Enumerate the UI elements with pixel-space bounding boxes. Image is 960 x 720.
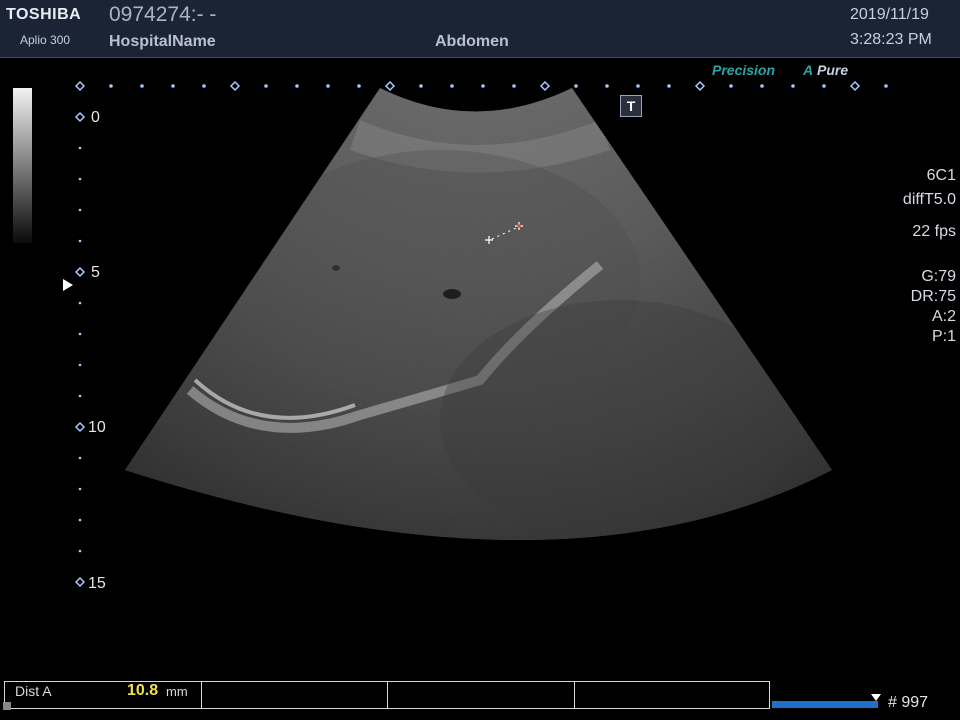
measurement-table: Dist A 10.8 mm <box>4 681 770 709</box>
depth-minor-tick <box>78 177 82 181</box>
measurement-value: 10.8 <box>127 682 159 699</box>
lateral-minor-tick <box>636 84 640 88</box>
lateral-minor-tick <box>450 84 454 88</box>
depth-label-15: 15 <box>88 575 106 592</box>
lateral-minor-tick <box>791 84 795 88</box>
focus-marker[interactable] <box>63 279 73 291</box>
depth-minor-tick <box>78 456 82 460</box>
lateral-major-tick <box>694 80 706 92</box>
cine-progress-bar[interactable] <box>772 701 878 708</box>
ultrasound-canvas <box>74 80 888 588</box>
lateral-scale <box>74 80 888 92</box>
probe-name: 6C1 <box>926 167 956 184</box>
lateral-minor-tick <box>574 84 578 88</box>
lateral-minor-tick <box>202 84 206 88</box>
ultrasound-sector <box>125 88 832 540</box>
gain-value: G:79 <box>921 268 956 285</box>
lateral-minor-tick <box>512 84 516 88</box>
lateral-major-tick <box>384 80 396 92</box>
measurement-cell-empty-2[interactable] <box>387 682 575 708</box>
depth-minor-tick <box>78 487 82 491</box>
lateral-minor-tick <box>419 84 423 88</box>
p-value: P:1 <box>931 328 956 345</box>
lateral-minor-tick <box>109 84 113 88</box>
lateral-minor-tick <box>605 84 609 88</box>
depth-minor-tick <box>78 332 82 336</box>
depth-major-tick <box>74 266 86 278</box>
depth-major-tick <box>74 111 86 123</box>
lateral-major-tick <box>849 80 861 92</box>
imaging-mode: diffT5.0 <box>902 191 956 208</box>
lateral-minor-tick <box>295 84 299 88</box>
lateral-minor-tick <box>171 84 175 88</box>
corner-marker <box>3 702 11 710</box>
depth-major-tick <box>74 421 86 433</box>
depth-scale <box>74 111 86 588</box>
cine-position-marker[interactable] <box>871 694 881 701</box>
lateral-minor-tick <box>326 84 330 88</box>
measurement-name: Dist A <box>15 683 52 699</box>
depth-minor-tick <box>78 549 82 553</box>
depth-major-tick <box>74 576 86 588</box>
lateral-major-tick <box>539 80 551 92</box>
depth-minor-tick <box>78 363 82 367</box>
depth-minor-tick <box>78 394 82 398</box>
dynamic-range-value: DR:75 <box>910 288 956 305</box>
lateral-minor-tick <box>667 84 671 88</box>
lateral-minor-tick <box>822 84 826 88</box>
lateral-minor-tick <box>140 84 144 88</box>
lateral-minor-tick <box>481 84 485 88</box>
measurement-cell-empty-1[interactable] <box>201 682 388 708</box>
depth-minor-tick <box>78 518 82 522</box>
thi-badge: T <box>620 95 642 117</box>
lateral-minor-tick <box>729 84 733 88</box>
depth-minor-tick <box>78 301 82 305</box>
frame-counter: # 997 <box>888 694 929 711</box>
depth-minor-tick <box>78 208 82 212</box>
lateral-minor-tick <box>357 84 361 88</box>
lateral-major-tick <box>74 80 86 92</box>
depth-minor-tick <box>78 146 82 150</box>
measurement-cell-empty-3[interactable] <box>574 682 769 708</box>
a-value: A:2 <box>931 308 956 325</box>
lateral-minor-tick <box>264 84 268 88</box>
depth-minor-tick <box>78 239 82 243</box>
depth-label-0: 0 <box>91 109 100 126</box>
depth-label-10: 10 <box>88 419 106 436</box>
measurement-cell-dist-a[interactable]: Dist A 10.8 mm <box>5 682 202 708</box>
lateral-minor-tick <box>760 84 764 88</box>
lateral-minor-tick <box>884 84 888 88</box>
lateral-major-tick <box>229 80 241 92</box>
measurement-unit: mm <box>166 684 188 699</box>
depth-label-5: 5 <box>91 264 100 281</box>
frame-rate: 22 fps <box>912 223 956 240</box>
